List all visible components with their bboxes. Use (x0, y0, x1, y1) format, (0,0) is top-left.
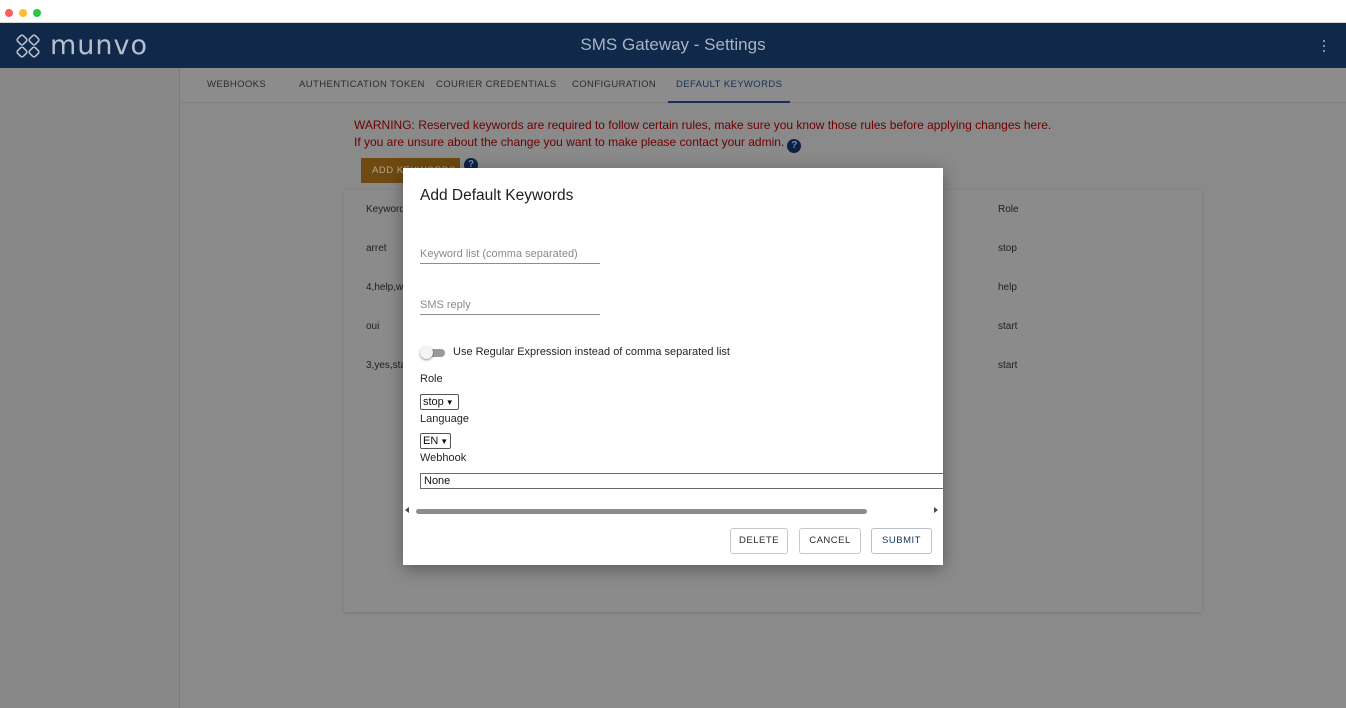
close-window-icon[interactable] (5, 9, 13, 17)
page-title: SMS Gateway - Settings (580, 35, 766, 54)
table-row-role: stop (998, 243, 1017, 254)
warning-text-2: If you are unsure about the change you w… (354, 135, 802, 153)
sidebar (0, 68, 180, 708)
dialog-title: Add Default Keywords (420, 187, 574, 204)
horizontal-scrollbar[interactable] (416, 509, 867, 514)
table-row-keyword[interactable]: 3,yes,sta (366, 360, 406, 371)
app-header: munvo SMS Gateway - Settings (0, 23, 1346, 68)
table-row-role: start (998, 321, 1018, 332)
maximize-window-icon[interactable] (33, 9, 41, 17)
tab-default-keywords[interactable]: DEFAULT KEYWORDS (668, 68, 791, 103)
warning-text: WARNING: Reserved keywords are required … (354, 118, 1052, 132)
kebab-menu-icon[interactable] (1319, 37, 1329, 55)
regex-toggle-label: Use Regular Expression instead of comma … (453, 346, 730, 358)
scroll-right-icon[interactable] (934, 507, 938, 513)
cancel-button[interactable]: CANCEL (799, 528, 861, 554)
column-header-keyword[interactable]: Keyword (366, 204, 405, 215)
chevron-down-icon: ▼ (440, 436, 449, 446)
webhook-label: Webhook (420, 452, 467, 464)
role-select[interactable]: stop ▼ (420, 394, 459, 410)
toggle-thumb (420, 346, 433, 359)
warning-text-2-body: If you are unsure about the change you w… (354, 135, 785, 149)
delete-button[interactable]: DELETE (730, 528, 788, 554)
table-row-keyword[interactable]: oui (366, 321, 379, 332)
keyword-list-input[interactable] (420, 246, 600, 264)
window-titlebar (0, 0, 1346, 23)
table-row-keyword[interactable]: 4,help,w (366, 282, 403, 293)
table-row-keyword[interactable]: arret (366, 243, 387, 254)
minimize-window-icon[interactable] (19, 9, 27, 17)
scroll-left-icon[interactable] (405, 507, 409, 513)
sms-reply-input[interactable] (420, 297, 600, 315)
help-icon[interactable]: ? (787, 139, 802, 153)
table-row-role: start (998, 360, 1018, 371)
table-row-role: help (998, 282, 1017, 293)
submit-button[interactable]: SUBMIT (871, 528, 932, 554)
language-label: Language (420, 413, 469, 425)
role-select-value: stop (423, 396, 444, 408)
settings-tabs: WEBHOOKS AUTHENTICATION TOKEN COURIER CR… (180, 68, 1346, 103)
tab-authentication-token[interactable]: AUTHENTICATION TOKEN (299, 68, 425, 103)
webhook-select[interactable]: None (420, 473, 943, 489)
language-select-value: EN (423, 435, 439, 447)
chevron-down-icon: ▼ (445, 397, 454, 407)
tab-webhooks[interactable]: WEBHOOKS (207, 68, 266, 103)
add-keywords-dialog: Add Default Keywords Use Regular Express… (403, 168, 943, 565)
column-header-role[interactable]: Role (998, 204, 1019, 215)
regex-toggle[interactable] (420, 345, 446, 360)
tab-configuration[interactable]: CONFIGURATION (572, 68, 656, 103)
tab-courier-credentials[interactable]: COURIER CREDENTIALS (436, 68, 557, 103)
language-select[interactable]: EN ▼ (420, 433, 451, 449)
role-label: Role (420, 373, 443, 385)
